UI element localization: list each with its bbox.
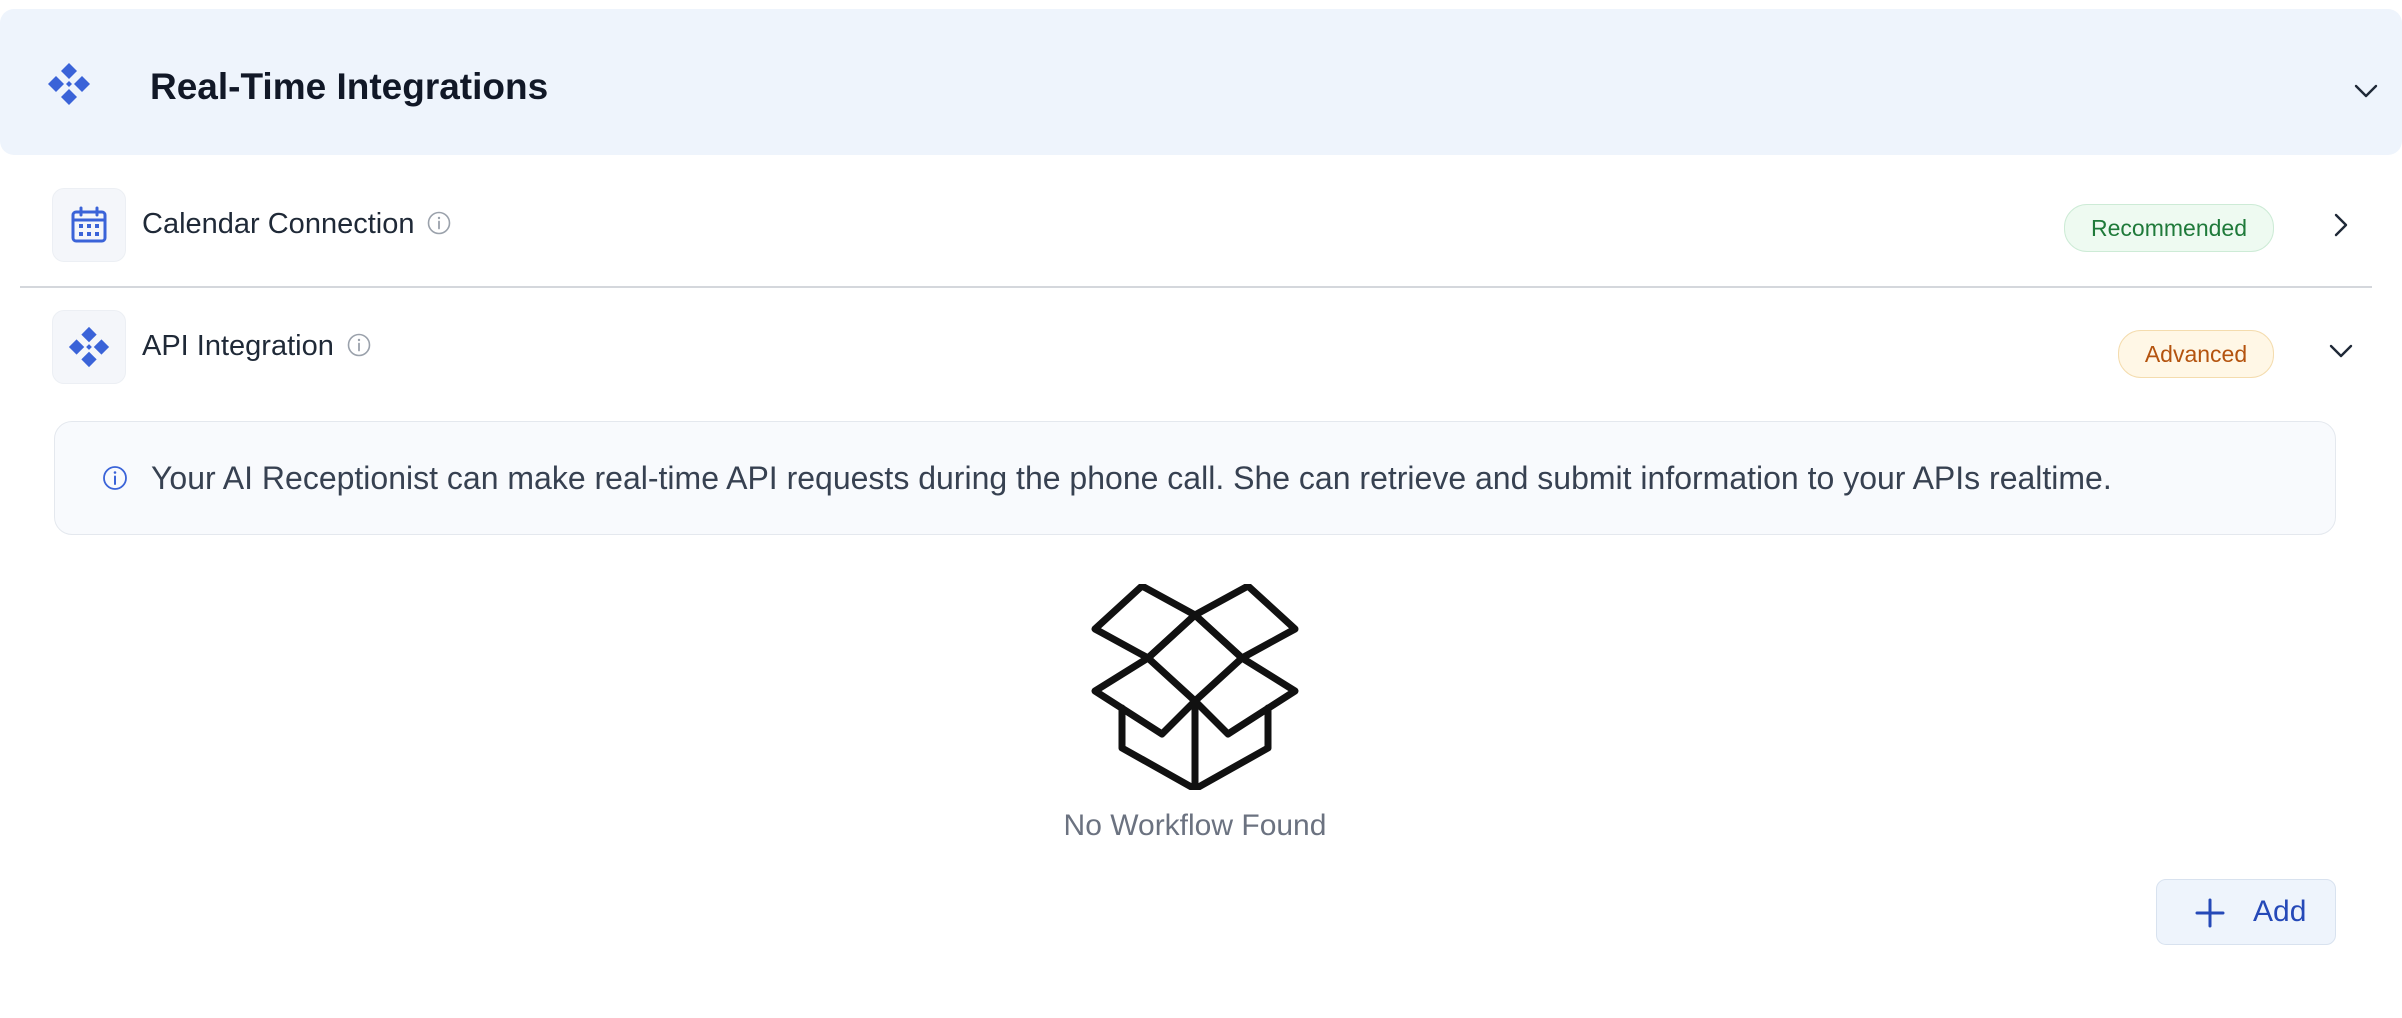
info-icon[interactable]: [346, 332, 372, 358]
api-info-callout: Your AI Receptionist can make real-time …: [54, 421, 2336, 535]
add-workflow-button[interactable]: Add: [2156, 879, 2336, 945]
integration-row-calendar-connection[interactable]: Calendar Connection Recommended: [20, 174, 2372, 288]
chevron-down-icon[interactable]: [2352, 77, 2380, 105]
recommended-badge: Recommended: [2064, 204, 2274, 252]
open-box-icon: [1091, 584, 1299, 790]
calendar-connection-label: Calendar Connection: [142, 208, 415, 240]
diamond-cluster-icon: [48, 63, 90, 105]
chevron-down-icon[interactable]: [2326, 336, 2356, 366]
real-time-integrations-header[interactable]: Real-Time Integrations: [0, 9, 2402, 155]
api-integration-label: API Integration: [142, 330, 334, 362]
info-icon: [103, 466, 127, 490]
page: Real-Time Integrations Calendar Connecti…: [0, 0, 2402, 1018]
plus-icon: [2195, 898, 2225, 928]
calendar-icon-container: [52, 188, 126, 262]
integration-row-api-integration[interactable]: API Integration Advanced: [20, 302, 2372, 402]
integration-label: API Integration: [142, 328, 372, 364]
api-info-text: Your AI Receptionist can make real-time …: [151, 460, 2112, 496]
calendar-icon: [71, 206, 107, 243]
empty-state-text: No Workflow Found: [1063, 809, 1327, 842]
advanced-badge: Advanced: [2118, 330, 2274, 378]
add-button-label: Add: [2253, 895, 2307, 928]
integration-label: Calendar Connection: [142, 206, 452, 242]
chevron-right-icon[interactable]: [2326, 210, 2356, 240]
info-icon[interactable]: [426, 210, 452, 236]
diamond-cluster-icon: [68, 326, 110, 368]
empty-state: No Workflow Found: [0, 580, 2390, 850]
api-icon-container: [52, 310, 126, 384]
section-title: Real-Time Integrations: [150, 66, 549, 107]
